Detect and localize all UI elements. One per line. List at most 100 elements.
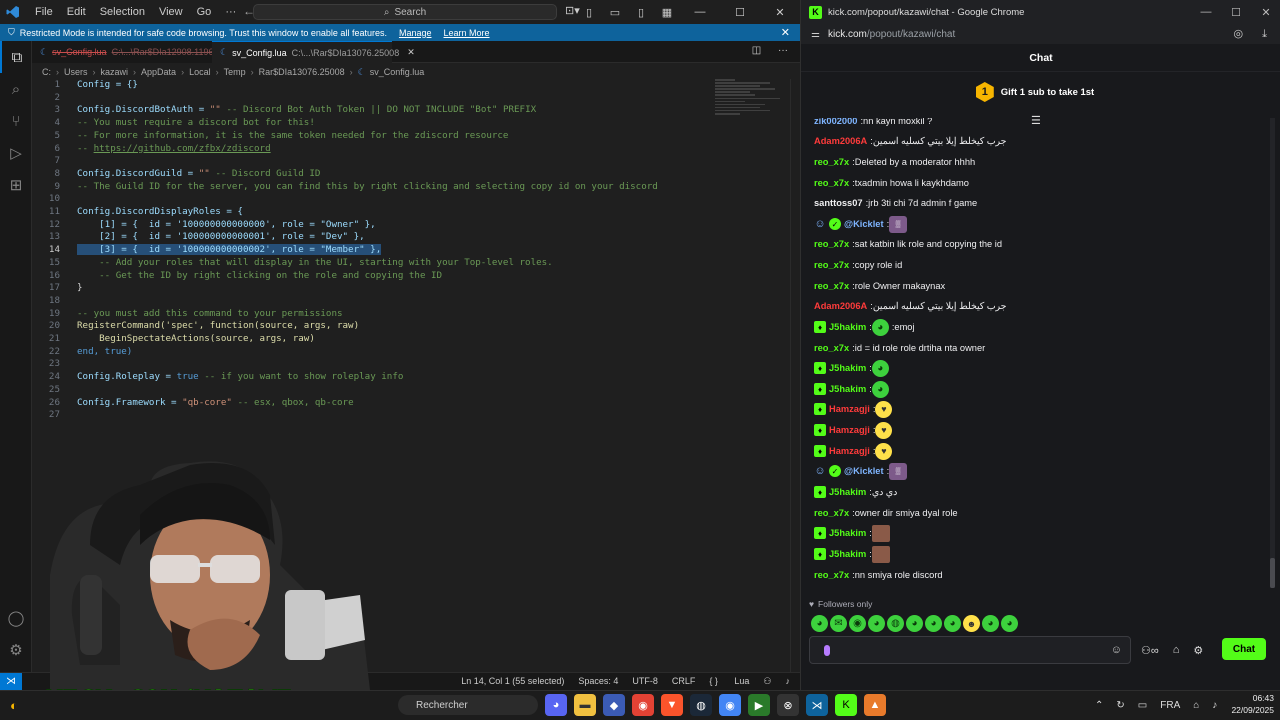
close-window-icon[interactable]: ✕ [1251, 6, 1280, 19]
chat-username[interactable]: reo_x7x [814, 343, 849, 353]
breadcrumb-item[interactable]: Rar$DIa13076.25008 [259, 67, 345, 77]
close-window-icon[interactable]: ✕ [760, 6, 800, 19]
discord-app-icon[interactable]: ◕ [545, 694, 567, 716]
taskbar-clock[interactable]: 06:43 22/09/2025 [1222, 692, 1274, 716]
xbox-app-icon[interactable]: ⊗ [777, 694, 799, 716]
source-control-icon[interactable]: ⑂ [0, 105, 32, 137]
extensions-icon[interactable]: ⊞ [0, 169, 32, 201]
download-icon[interactable]: ⤓ [1262, 28, 1267, 40]
editor-scrollbar[interactable] [790, 79, 800, 672]
account-icon[interactable]: ◯ [0, 602, 32, 634]
learn-more-link[interactable]: Learn More [444, 28, 490, 38]
app-tray-icon[interactable]: ▭ [1138, 700, 1147, 711]
menu-selection[interactable]: Selection [100, 6, 145, 18]
run-debug-icon[interactable]: ▷ [0, 137, 32, 169]
chat-username[interactable]: Hamzagji [829, 404, 870, 414]
line-ending[interactable]: CRLF [672, 676, 696, 687]
menu-edit[interactable]: Edit [67, 6, 86, 18]
remote-indicator-icon[interactable]: ⋊ [0, 672, 22, 691]
menu-go[interactable]: Go [197, 6, 212, 18]
breadcrumb-item[interactable]: Local [189, 67, 211, 77]
chrome-alt-app-icon[interactable]: ◉ [719, 694, 741, 716]
menu-more[interactable]: ··· [225, 6, 236, 18]
emote-icon[interactable]: ◕ [868, 615, 885, 632]
volume-icon[interactable]: ♪ [1212, 700, 1217, 711]
breadcrumb-item[interactable]: kazawi [101, 67, 129, 77]
kick-app-icon[interactable]: K [835, 694, 857, 716]
code-link[interactable]: https://github.com/zfbx/zdiscord [94, 143, 271, 154]
chat-scrollbar[interactable] [1270, 118, 1275, 588]
emoji-picker-icon[interactable]: ☺ [1111, 644, 1122, 656]
chat-username[interactable]: J5hakim [829, 384, 866, 394]
gift-sub-banner[interactable]: 1 Gift 1 sub to take 1st [801, 73, 1269, 111]
emote-icon[interactable]: ◕ [811, 615, 828, 632]
chat-input[interactable]: ☺ [809, 636, 1131, 664]
emote-icon[interactable]: ◍ [887, 615, 904, 632]
chat-username[interactable]: J5hakim [829, 549, 866, 559]
send-chat-button[interactable]: Chat [1222, 638, 1266, 660]
eye-off-icon[interactable]: ◎ [1233, 28, 1243, 40]
toggle-panel-icon[interactable]: ▭ [602, 6, 628, 19]
emote-icon[interactable]: ◕ [925, 615, 942, 632]
chat-settings-gear-icon[interactable]: ⚙ [1193, 644, 1203, 657]
chrome-app-icon[interactable]: ◉ [632, 694, 654, 716]
tab-sv-config-old[interactable]: ☾ sv_Config.lua C:\...\Rar$DIa12908.1196 [32, 41, 214, 63]
emote-icon[interactable]: ◕ [944, 615, 961, 632]
vscode-app-icon[interactable]: ⋊ [806, 694, 828, 716]
brave-app-icon[interactable]: ▼ [661, 694, 683, 716]
chat-username[interactable]: @Kicklet [844, 219, 884, 229]
chat-username[interactable]: J5hakim [829, 363, 866, 373]
manage-link[interactable]: Manage [399, 28, 432, 38]
settings-gear-icon[interactable]: ⚙ [0, 634, 32, 666]
chat-username[interactable]: reo_x7x [814, 281, 849, 291]
minimize-icon[interactable]: — [1191, 6, 1221, 18]
maximize-icon[interactable]: ☐ [1221, 6, 1251, 19]
input-language[interactable]: FRA [1160, 700, 1180, 711]
media-app-icon[interactable]: ▶ [748, 694, 770, 716]
maximize-icon[interactable]: ☐ [720, 6, 760, 19]
chat-username[interactable]: zik002000 [814, 118, 857, 126]
chat-username[interactable]: reo_x7x [814, 508, 849, 518]
split-editor-icon[interactable]: ◫ [752, 45, 761, 56]
app-icon-orange[interactable]: ▲ [864, 694, 886, 716]
command-center-search[interactable]: ⌕ Search [253, 4, 557, 20]
chat-username[interactable]: santtoss07 [814, 198, 863, 208]
emote-icon[interactable]: ◉ [849, 615, 866, 632]
breadcrumb-item[interactable]: sv_Config.lua [370, 67, 425, 77]
emote-icon[interactable]: ◕ [982, 615, 999, 632]
chat-username[interactable]: reo_x7x [814, 260, 849, 270]
breadcrumb-item[interactable]: C: [42, 67, 51, 77]
tab-sv-config-active[interactable]: ☾ sv_Config.lua C:\...\Rar$DIa13076.2500… [212, 41, 415, 63]
chat-username[interactable]: J5hakim [829, 528, 866, 538]
steam-app-icon[interactable]: ◍ [690, 694, 712, 716]
notifications-bell-icon[interactable]: ♪ [786, 676, 791, 687]
chat-username[interactable]: Adam2006A [814, 136, 867, 146]
chat-username[interactable]: J5hakim [829, 487, 866, 497]
close-banner-icon[interactable]: ✕ [781, 26, 790, 39]
chat-username[interactable]: @Kicklet [844, 466, 884, 476]
toggle-primary-sidebar-icon[interactable]: ▯ [576, 6, 602, 19]
cursor-position[interactable]: Ln 14, Col 1 (55 selected) [461, 676, 564, 687]
customize-layout-icon[interactable]: ▦ [654, 6, 680, 19]
address-bar[interactable]: ⚌ kick.com/popout/kazawi/chat ◎ ⤓ [801, 24, 1280, 44]
store-icon[interactable]: ⌂ [1173, 644, 1180, 657]
breadcrumb-item[interactable]: Temp [224, 67, 246, 77]
chat-username[interactable]: reo_x7x [814, 239, 849, 249]
chevron-up-icon[interactable]: ⌃ [1095, 700, 1103, 711]
breadcrumb-item[interactable]: Users [64, 67, 88, 77]
site-info-icon[interactable]: ⚌ [811, 29, 820, 40]
emote-icon[interactable]: ◕ [1001, 615, 1018, 632]
minimap[interactable] [715, 79, 785, 119]
more-actions-icon[interactable]: ··· [778, 45, 788, 56]
language-mode[interactable]: { } Lua [709, 676, 749, 687]
breadcrumb-item[interactable]: AppData [141, 67, 176, 77]
copilot-status-icon[interactable]: ⚇ [763, 676, 771, 687]
search-view-icon[interactable]: ⌕ [0, 73, 32, 105]
emote-menu-icon[interactable]: ⚇∞ [1141, 644, 1159, 657]
chat-username[interactable]: Adam2006A [814, 301, 867, 311]
menu-file[interactable]: File [35, 6, 53, 18]
weather-icon[interactable]: ◐ [10, 698, 18, 713]
taskbar-search[interactable]: Rechercher [398, 695, 538, 715]
sync-icon[interactable]: ↻ [1116, 700, 1124, 711]
file-explorer-icon[interactable]: ▬ [574, 694, 596, 716]
